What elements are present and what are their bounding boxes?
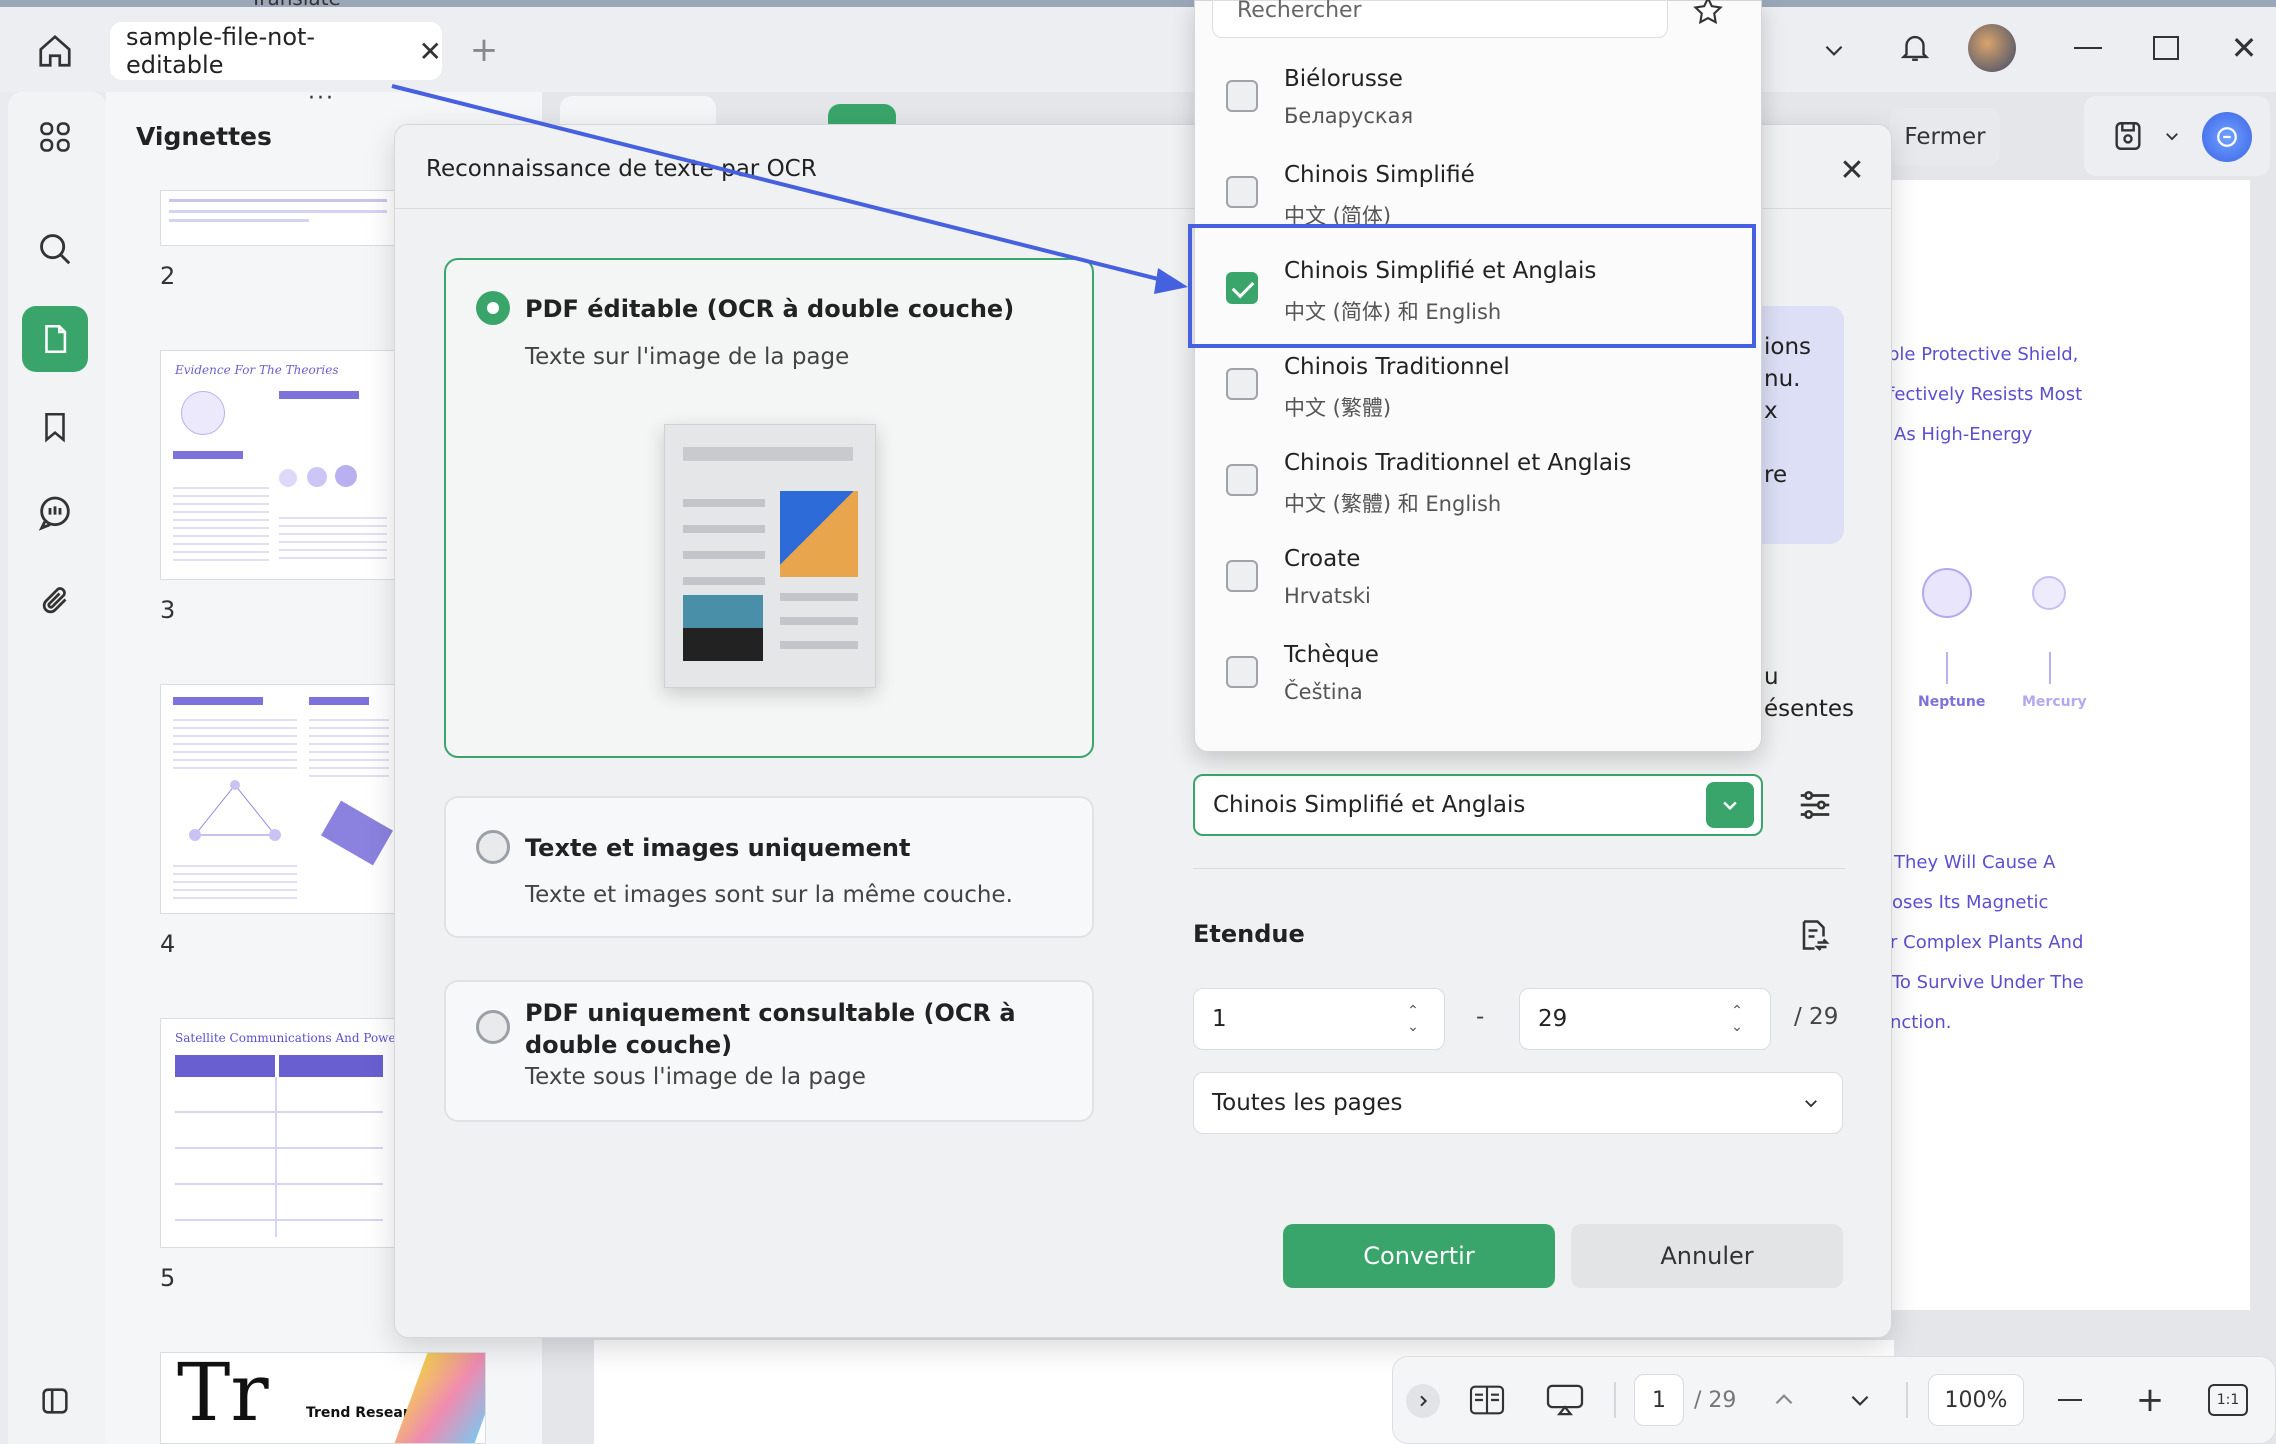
zoom-out-icon[interactable]	[2050, 1380, 2090, 1420]
annotation-arrow	[391, 84, 1188, 294]
actual-size-button[interactable]: 1:1	[2208, 1384, 2248, 1416]
presentation-icon[interactable]	[1540, 1378, 1590, 1422]
zoom-in-icon[interactable]: +	[2130, 1380, 2170, 1420]
page-layout-icon[interactable]	[1462, 1378, 1512, 1422]
previous-page-icon[interactable]	[1764, 1380, 1804, 1420]
toolbar-separator	[1906, 1382, 1908, 1418]
toolbar-separator	[1614, 1382, 1616, 1418]
zoom-input[interactable]: 100%	[1928, 1374, 2024, 1426]
page-number-input[interactable]: 1	[1634, 1374, 1684, 1426]
page-total: / 29	[1694, 1388, 1737, 1413]
next-page-icon[interactable]	[1840, 1380, 1880, 1420]
chevron-right-icon[interactable]	[1406, 1384, 1440, 1418]
